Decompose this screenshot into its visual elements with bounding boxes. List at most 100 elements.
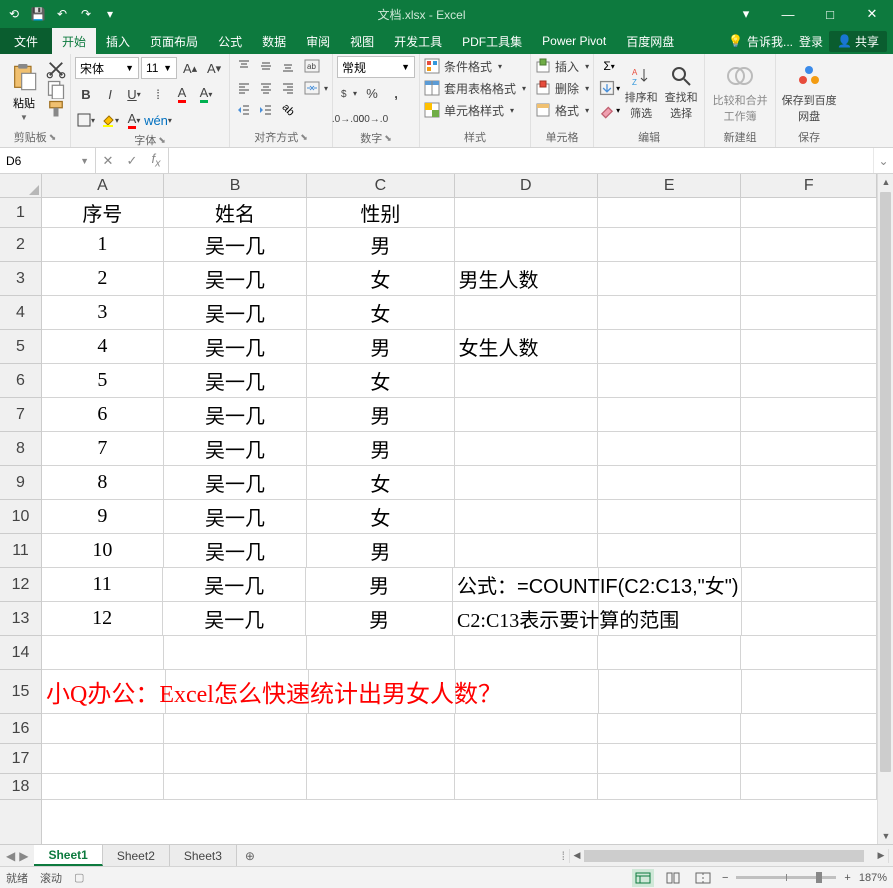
cell-E5[interactable]	[598, 330, 741, 363]
cell-A12[interactable]: 11	[42, 568, 163, 601]
cell-D8[interactable]	[455, 432, 598, 465]
cell-D18[interactable]	[455, 774, 598, 799]
tab-页面布局[interactable]: 页面布局	[140, 28, 208, 54]
row-header-8[interactable]: 8	[0, 432, 41, 466]
cell-E7[interactable]	[598, 398, 741, 431]
increase-indent-button[interactable]	[256, 100, 276, 120]
col-header-F[interactable]: F	[741, 174, 877, 197]
cell-A11[interactable]: 10	[42, 534, 164, 567]
cell-D12[interactable]: 公式：=COUNTIF(C2:C13,"女")	[453, 568, 599, 601]
table-format-button[interactable]: 套用表格格式▾	[424, 78, 526, 98]
cell-F12[interactable]	[742, 568, 877, 601]
cell-F4[interactable]	[741, 296, 877, 329]
row-header-5[interactable]: 5	[0, 330, 41, 364]
cell-E8[interactable]	[598, 432, 741, 465]
maximize-button[interactable]: □	[809, 0, 851, 28]
cell-B3[interactable]: 吴一几	[164, 262, 307, 295]
fill-color-button[interactable]: ▾	[99, 109, 121, 131]
cell-E2[interactable]	[598, 228, 741, 261]
cell-E16[interactable]	[598, 714, 741, 743]
accounting-format-button[interactable]: $▾	[337, 82, 359, 104]
ribbon-options-button[interactable]: ▾	[725, 0, 767, 28]
sheet-tab-Sheet3[interactable]: Sheet3	[170, 845, 237, 866]
align-left-button[interactable]	[234, 78, 254, 98]
cell-A6[interactable]: 5	[42, 364, 164, 397]
vscroll-thumb[interactable]	[880, 192, 891, 772]
format-cells-button[interactable]: 格式▾	[535, 100, 589, 120]
autosave-icon[interactable]: ⟲	[6, 6, 22, 22]
row-header-15[interactable]: 15	[0, 670, 41, 714]
cell-B5[interactable]: 吴一几	[164, 330, 307, 363]
page-layout-view-button[interactable]	[662, 869, 684, 887]
decrease-indent-button[interactable]	[234, 100, 254, 120]
comma-button[interactable]: ,	[385, 82, 407, 104]
page-break-view-button[interactable]	[692, 869, 714, 887]
italic-button[interactable]: I	[99, 83, 121, 105]
tab-PDF工具集[interactable]: PDF工具集	[452, 28, 532, 54]
increase-font-button[interactable]: A▴	[179, 57, 201, 79]
paste-button[interactable]: 粘贴 ▼	[4, 56, 44, 129]
cell-A18[interactable]	[42, 774, 164, 799]
autosum-button[interactable]: Σ▾	[598, 56, 620, 76]
name-box[interactable]: D6▼	[0, 148, 96, 173]
sort-filter-button[interactable]: AZ 排序和筛选	[622, 56, 660, 129]
cell-C18[interactable]	[307, 774, 454, 799]
align-center-button[interactable]	[256, 78, 276, 98]
tab-Power Pivot[interactable]: Power Pivot	[532, 28, 616, 54]
font-color-c-button[interactable]: A▾	[123, 109, 145, 131]
wen-button[interactable]: wén▾	[147, 109, 169, 131]
cell-A14[interactable]	[42, 636, 164, 669]
cell-C10[interactable]: 女	[307, 500, 454, 533]
select-all-corner[interactable]	[0, 174, 42, 198]
formula-input[interactable]	[169, 148, 873, 173]
row-header-14[interactable]: 14	[0, 636, 41, 670]
cell-F1[interactable]	[741, 198, 877, 227]
cell-D11[interactable]	[455, 534, 598, 567]
cell-B8[interactable]: 吴一几	[164, 432, 307, 465]
cell-D7[interactable]	[455, 398, 598, 431]
cell-D14[interactable]	[455, 636, 598, 669]
sheet-tab-Sheet2[interactable]: Sheet2	[103, 845, 170, 866]
cell-D1[interactable]	[455, 198, 598, 227]
font-color-b-button[interactable]: A▾	[195, 83, 217, 105]
tab-开发工具[interactable]: 开发工具	[384, 28, 452, 54]
cell-A9[interactable]: 8	[42, 466, 164, 499]
scroll-down-button[interactable]: ▼	[878, 828, 893, 844]
fill-button[interactable]: ▾	[598, 78, 620, 98]
cell-C7[interactable]: 男	[307, 398, 454, 431]
row-header-2[interactable]: 2	[0, 228, 41, 262]
cell-A7[interactable]: 6	[42, 398, 164, 431]
cell-A1[interactable]: 序号	[42, 198, 164, 227]
row-header-17[interactable]: 17	[0, 744, 41, 774]
cell-B9[interactable]: 吴一几	[164, 466, 307, 499]
cell-E17[interactable]	[598, 744, 741, 773]
number-format-select[interactable]: 常规▼	[337, 56, 415, 78]
cell-D17[interactable]	[455, 744, 598, 773]
redo-icon[interactable]: ↷	[78, 6, 94, 22]
login-button[interactable]: 登录	[799, 33, 823, 50]
tab-视图[interactable]: 视图	[340, 28, 384, 54]
copy-button[interactable]	[46, 80, 66, 98]
cell-F16[interactable]	[741, 714, 877, 743]
cell-F8[interactable]	[741, 432, 877, 465]
sheet-tab-Sheet1[interactable]: Sheet1	[34, 845, 102, 866]
cell-A5[interactable]: 4	[42, 330, 164, 363]
cell-C12[interactable]: 男	[306, 568, 453, 601]
cell-B11[interactable]: 吴一几	[164, 534, 307, 567]
row-header-7[interactable]: 7	[0, 398, 41, 432]
minimize-button[interactable]: —	[767, 0, 809, 28]
cell-F2[interactable]	[741, 228, 877, 261]
cell-A8[interactable]: 7	[42, 432, 164, 465]
insert-function-button[interactable]: fx	[144, 148, 168, 173]
cell-A2[interactable]: 1	[42, 228, 164, 261]
cell-C11[interactable]: 男	[307, 534, 454, 567]
cell-B2[interactable]: 吴一几	[164, 228, 307, 261]
cell-E3[interactable]	[598, 262, 741, 295]
cell-F9[interactable]	[741, 466, 877, 499]
row-header-11[interactable]: 11	[0, 534, 41, 568]
border-button[interactable]: ▾	[75, 109, 97, 131]
cell-B1[interactable]: 姓名	[164, 198, 307, 227]
cell-D10[interactable]	[455, 500, 598, 533]
tab-插入[interactable]: 插入	[96, 28, 140, 54]
cell-C17[interactable]	[307, 744, 454, 773]
